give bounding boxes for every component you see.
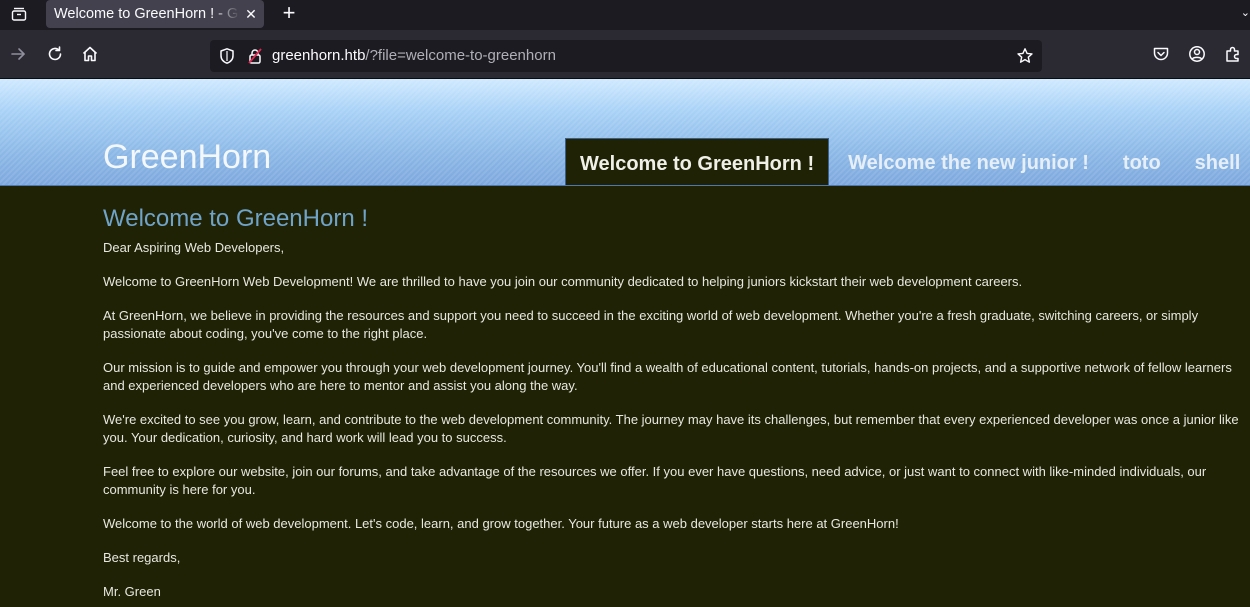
site-nav: Welcome to GreenHorn ! Welcome the new j… (565, 138, 1250, 185)
bookmark-star-icon[interactable] (1016, 47, 1034, 65)
web-page: GreenHorn Welcome to GreenHorn ! Welcome… (0, 79, 1250, 607)
tab-close-icon[interactable]: ✕ (244, 0, 258, 28)
forward-icon[interactable] (8, 44, 28, 64)
tracking-protection-shield-icon[interactable] (218, 47, 236, 65)
article-content: Welcome to GreenHorn ! Dear Aspiring Web… (103, 205, 1243, 607)
url-text[interactable]: greenhorn.htb/?file=welcome-to-greenhorn (272, 40, 556, 72)
nav-shell[interactable]: shell (1178, 138, 1250, 185)
tab-list-icon[interactable] (8, 5, 30, 23)
home-icon[interactable] (80, 44, 100, 64)
url-path: /?file=welcome-to-greenhorn (365, 47, 556, 64)
site-logo[interactable]: GreenHorn (103, 138, 271, 177)
url-host: greenhorn.htb (272, 47, 366, 64)
pocket-icon[interactable] (1151, 44, 1171, 64)
nav-toto[interactable]: toto (1106, 138, 1178, 185)
new-tab-button[interactable]: + (280, 2, 298, 25)
page-title: Welcome to GreenHorn ! (103, 205, 368, 232)
article-paragraph: Best regards, (103, 550, 181, 565)
reload-icon[interactable] (45, 44, 65, 64)
nav-welcome-to-greenhorn[interactable]: Welcome to GreenHorn ! (565, 138, 830, 185)
nav-welcome-new-junior[interactable]: Welcome the new junior ! (829, 138, 1106, 185)
tab-title: Welcome to GreenHorn ! - GreenHorn (54, 6, 240, 22)
extensions-icon[interactable] (1223, 44, 1243, 64)
insecure-lock-icon[interactable] (246, 47, 264, 65)
article-paragraph: We're excited to see you grow, learn, an… (103, 412, 1239, 445)
article-paragraph: Feel free to explore our website, join o… (103, 464, 1207, 497)
article-paragraph: Dear Aspiring Web Developers, (103, 240, 285, 255)
account-icon[interactable] (1187, 44, 1207, 64)
browser-nav-bar: greenhorn.htb/?file=welcome-to-greenhorn (0, 30, 1250, 79)
site-header: GreenHorn Welcome to GreenHorn ! Welcome… (0, 79, 1250, 186)
list-all-tabs-icon[interactable]: ⌄ (1241, 6, 1250, 19)
article-paragraph: Welcome to the world of web development.… (103, 516, 899, 531)
url-bar[interactable]: greenhorn.htb/?file=welcome-to-greenhorn (210, 40, 1042, 72)
article-paragraph: At GreenHorn, we believe in providing th… (103, 308, 1199, 341)
article-signature: Mr. Green (103, 584, 161, 599)
article-paragraph: Our mission is to guide and empower you … (103, 360, 1232, 393)
browser-tab-active[interactable]: Welcome to GreenHorn ! - GreenHorn ✕ (46, 0, 264, 28)
browser-tab-bar: Welcome to GreenHorn ! - GreenHorn ✕ + ⌄ (0, 0, 1250, 30)
article-paragraph: Welcome to GreenHorn Web Development! We… (103, 274, 1023, 289)
